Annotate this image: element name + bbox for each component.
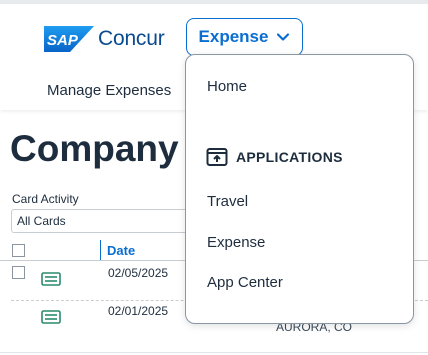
row-checkbox[interactable] bbox=[12, 266, 25, 279]
column-header-date[interactable]: Date bbox=[107, 243, 135, 258]
credit-card-icon bbox=[41, 310, 61, 324]
app-switcher-label: Expense bbox=[198, 27, 269, 46]
credit-card-icon bbox=[41, 272, 61, 286]
chevron-down-icon bbox=[277, 33, 290, 41]
menu-item-home[interactable]: Home bbox=[207, 78, 247, 95]
row-divider bbox=[0, 352, 428, 353]
applications-section-header: APPLICATIONS bbox=[206, 147, 343, 167]
applications-section-title: APPLICATIONS bbox=[236, 149, 343, 165]
row-date: 02/01/2025 bbox=[108, 304, 169, 318]
app-switcher-button[interactable]: Expense bbox=[186, 18, 303, 56]
menu-item-app-center[interactable]: App Center bbox=[207, 274, 283, 291]
menu-item-travel[interactable]: Travel bbox=[207, 193, 248, 210]
sap-concur-logo[interactable]: SAP Concur bbox=[44, 26, 165, 52]
nav-manage-expenses[interactable]: Manage Expenses bbox=[47, 82, 171, 99]
sap-logo-mark: SAP bbox=[44, 26, 94, 52]
concur-logo-text: Concur bbox=[98, 27, 165, 50]
card-activity-label: Card Activity bbox=[12, 192, 79, 206]
menu-item-expense[interactable]: Expense bbox=[207, 234, 265, 251]
select-all-checkbox[interactable] bbox=[12, 244, 25, 257]
app-launch-icon bbox=[206, 148, 228, 166]
sap-logo-text: SAP bbox=[47, 32, 79, 49]
page-title-text: Company bbox=[10, 128, 179, 169]
app-switcher-menu: Home APPLICATIONS Travel Expense App Cen… bbox=[185, 54, 414, 324]
row-date: 02/05/2025 bbox=[108, 266, 169, 280]
column-divider[interactable] bbox=[100, 240, 101, 260]
